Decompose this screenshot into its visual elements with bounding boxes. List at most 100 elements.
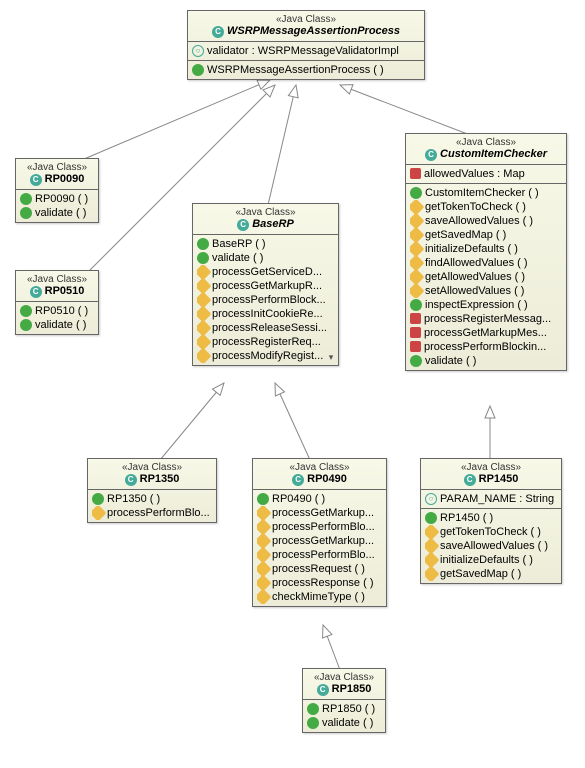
- protected-icon: [410, 284, 424, 298]
- stereotype: «Java Class»: [309, 672, 379, 683]
- public-icon: [92, 493, 104, 505]
- class-header: «Java Class» C RP1450: [421, 459, 561, 490]
- class-icon: C: [212, 26, 224, 38]
- inheritance-lines: [0, 0, 585, 768]
- class-name: RP0510: [45, 285, 85, 297]
- public-icon: [197, 252, 209, 264]
- class-header: «Java Class» C RP0090: [16, 159, 98, 190]
- public-icon: [197, 238, 209, 250]
- open-icon: ○: [192, 45, 204, 57]
- class-rp0510[interactable]: «Java Class» C RP0510 RP0510 ( ) validat…: [15, 270, 99, 335]
- protected-icon: [425, 539, 439, 553]
- class-name: RP1350: [140, 473, 180, 485]
- class-name: BaseRP: [252, 218, 294, 230]
- method-text: validate ( ): [322, 717, 373, 729]
- private-icon: [410, 168, 421, 179]
- method-text: checkMimeType ( ): [272, 591, 365, 603]
- methods: RP1350 ( ) processPerformBlo...: [88, 490, 216, 522]
- class-name: CustomItemChecker: [440, 148, 547, 160]
- method-text: findAllowedValues ( ): [425, 257, 528, 269]
- method-text: processGetMarkup...: [272, 535, 374, 547]
- method-text: processGetMarkup...: [272, 507, 374, 519]
- public-icon: [425, 512, 437, 524]
- attrs: ○validator : WSRPMessageValidatorImpl: [188, 42, 424, 61]
- method-text: RP1450 ( ): [440, 512, 493, 524]
- methods: RP1450 ( ) getTokenToCheck ( ) saveAllow…: [421, 509, 561, 583]
- class-rp1350[interactable]: «Java Class» C RP1350 RP1350 ( ) process…: [87, 458, 217, 523]
- class-baserp[interactable]: «Java Class» C BaseRP BaseRP ( ) validat…: [192, 203, 339, 366]
- class-name: WSRPMessageAssertionProcess: [227, 25, 400, 37]
- public-icon: [410, 299, 422, 311]
- more-icon[interactable]: ▾: [325, 352, 337, 364]
- class-rp0490[interactable]: «Java Class» C RP0490 RP0490 ( ) process…: [252, 458, 387, 607]
- class-header: «Java Class» C CustomItemChecker: [406, 134, 566, 165]
- protected-icon: [257, 576, 271, 590]
- class-header: «Java Class» C BaseRP: [193, 204, 338, 235]
- methods: RP0510 ( ) validate ( ): [16, 302, 98, 334]
- protected-icon: [410, 228, 424, 242]
- method-text: processModifyRegist...: [212, 350, 323, 362]
- method-text: validate ( ): [425, 355, 476, 367]
- class-custom[interactable]: «Java Class» C CustomItemChecker allowed…: [405, 133, 567, 371]
- class-icon: C: [425, 149, 437, 161]
- method-text: processRegisterMessag...: [424, 313, 551, 325]
- class-icon: C: [464, 474, 476, 486]
- stereotype: «Java Class»: [22, 274, 92, 285]
- stereotype: «Java Class»: [94, 462, 210, 473]
- method-text: saveAllowedValues ( ): [440, 540, 548, 552]
- stereotype: «Java Class»: [259, 462, 380, 473]
- methods: RP0490 ( ) processGetMarkup... processPe…: [253, 490, 386, 606]
- method-text: processResponse ( ): [272, 577, 374, 589]
- attr-text: allowedValues : Map: [424, 168, 525, 180]
- method-text: processReleaseSessi...: [212, 322, 327, 334]
- methods: BaseRP ( ) validate ( ) processGetServic…: [193, 235, 338, 365]
- protected-icon: [257, 590, 271, 604]
- method-text: processRegisterReq...: [212, 336, 321, 348]
- attrs: allowedValues : Map: [406, 165, 566, 184]
- public-icon: [192, 64, 204, 76]
- stereotype: «Java Class»: [427, 462, 555, 473]
- class-wsrp[interactable]: «Java Class» C WSRPMessageAssertionProce…: [187, 10, 425, 80]
- method-text: processGetServiceD...: [212, 266, 322, 278]
- stereotype: «Java Class»: [194, 14, 418, 25]
- public-icon: [20, 207, 32, 219]
- public-icon: [410, 355, 422, 367]
- protected-icon: [197, 279, 211, 293]
- method-text: processPerformBlo...: [272, 549, 375, 561]
- class-rp1450[interactable]: «Java Class» C RP1450 ○PARAM_NAME : Stri…: [420, 458, 562, 584]
- protected-icon: [410, 256, 424, 270]
- protected-icon: [257, 548, 271, 562]
- private-icon: [410, 341, 421, 352]
- stereotype: «Java Class»: [22, 162, 92, 173]
- public-icon: [20, 193, 32, 205]
- class-header: «Java Class» C RP0490: [253, 459, 386, 490]
- public-icon: [307, 717, 319, 729]
- method-text: getTokenToCheck ( ): [440, 526, 541, 538]
- class-header: «Java Class» C WSRPMessageAssertionProce…: [188, 11, 424, 42]
- protected-icon: [425, 553, 439, 567]
- stereotype: «Java Class»: [199, 207, 332, 218]
- method-text: getAllowedValues ( ): [425, 271, 525, 283]
- class-rp1850[interactable]: «Java Class» C RP1850 RP1850 ( ) validat…: [302, 668, 386, 733]
- method-text: processPerformBlock...: [212, 294, 326, 306]
- private-icon: [410, 327, 421, 338]
- method-text: processGetMarkupR...: [212, 280, 322, 292]
- class-name: RP1450: [479, 473, 519, 485]
- class-icon: C: [125, 474, 137, 486]
- method-text: getSavedMap ( ): [440, 568, 521, 580]
- method-text: initializeDefaults ( ): [440, 554, 533, 566]
- method-text: WSRPMessageAssertionProcess ( ): [207, 64, 384, 76]
- public-icon: [20, 305, 32, 317]
- class-rp0090[interactable]: «Java Class» C RP0090 RP0090 ( ) validat…: [15, 158, 99, 223]
- method-text: validate ( ): [35, 319, 86, 331]
- method-text: getTokenToCheck ( ): [425, 201, 526, 213]
- protected-icon: [410, 270, 424, 284]
- protected-icon: [197, 321, 211, 335]
- attr-text: validator : WSRPMessageValidatorImpl: [207, 45, 399, 57]
- protected-icon: [410, 200, 424, 214]
- method-text: saveAllowedValues ( ): [425, 215, 533, 227]
- method-text: getSavedMap ( ): [425, 229, 506, 241]
- class-icon: C: [317, 684, 329, 696]
- protected-icon: [197, 265, 211, 279]
- protected-icon: [257, 534, 271, 548]
